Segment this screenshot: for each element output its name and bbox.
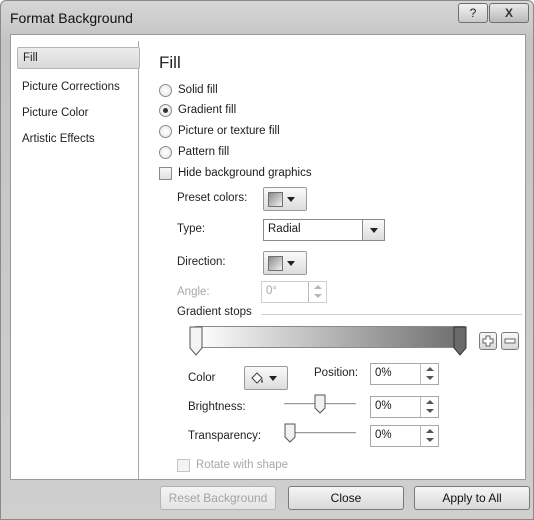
gradient-stop-handle-left[interactable] (189, 326, 203, 356)
hide-background-graphics-label: Hide background graphics (178, 167, 312, 179)
gradient-fill-label: Gradient fill (178, 104, 237, 116)
type-select[interactable]: Radial (263, 219, 385, 241)
sidebar-item-label: Artistic Effects (22, 133, 95, 145)
transparency-slider-thumb[interactable] (284, 423, 296, 443)
reset-background-button[interactable]: Reset Background (160, 486, 276, 510)
gradient-stops-bar[interactable] (195, 326, 465, 348)
transparency-label: Transparency: (188, 430, 262, 442)
reset-background-label: Reset Background (168, 491, 268, 505)
sidebar-item-picture-color[interactable]: Picture Color (17, 103, 140, 125)
spin-down-icon (426, 376, 434, 380)
window-close-button[interactable]: X (489, 3, 529, 23)
direction-swatch-icon (268, 255, 283, 271)
preset-colors-dropdown[interactable] (263, 187, 307, 211)
add-gradient-stop-button[interactable] (479, 332, 497, 350)
direction-label: Direction: (177, 256, 226, 268)
angle-label: Angle: (177, 286, 210, 298)
chevron-down-icon (369, 227, 378, 233)
checkbox-indicator (159, 166, 172, 180)
transparency-value: 0% (375, 429, 392, 441)
spin-arrows[interactable] (420, 397, 438, 417)
radio-indicator (159, 145, 172, 159)
gradient-swatch-icon (268, 191, 283, 207)
brightness-slider-thumb[interactable] (314, 394, 326, 414)
sidebar-item-artistic-effects[interactable]: Artistic Effects (17, 129, 140, 151)
type-dropdown-button[interactable] (362, 220, 384, 240)
preset-colors-label: Preset colors: (177, 192, 248, 204)
stop-color-dropdown[interactable] (244, 366, 288, 390)
chevron-down-icon (287, 260, 295, 266)
brightness-label: Brightness: (188, 401, 246, 413)
help-icon: ? (469, 6, 477, 20)
sidebar: Fill Picture Corrections Picture Color A… (11, 41, 140, 479)
sidebar-item-picture-corrections[interactable]: Picture Corrections (17, 77, 140, 99)
format-background-dialog: Format Background ? X Fill Picture Corre… (0, 0, 534, 520)
close-button[interactable]: Close (288, 486, 404, 510)
panel-title: Fill (159, 53, 181, 72)
rotate-with-shape-checkbox[interactable]: Rotate with shape (177, 457, 288, 473)
direction-dropdown[interactable] (263, 251, 307, 275)
angle-value: 0° (266, 285, 277, 297)
spin-down-icon (426, 409, 434, 413)
spin-up-icon (314, 285, 322, 289)
sidebar-item-label: Fill (23, 52, 38, 64)
color-label: Color (188, 372, 216, 384)
title-bar[interactable]: Format Background ? X (1, 1, 533, 35)
gradient-stop-handle-right[interactable] (453, 326, 467, 356)
transparency-spinner[interactable]: 0% (370, 425, 439, 447)
paint-bucket-icon (251, 371, 263, 384)
spin-up-icon (426, 400, 434, 404)
gradient-stops-label: Gradient stops (177, 306, 252, 318)
dialog-title: Format Background (10, 10, 133, 26)
angle-spinner[interactable]: 0° (261, 281, 327, 303)
brightness-value: 0% (375, 400, 392, 412)
type-value: Radial (268, 223, 301, 235)
picture-texture-fill-label: Picture or texture fill (178, 125, 280, 137)
solid-fill-label: Solid fill (178, 84, 218, 96)
apply-to-all-button[interactable]: Apply to All (414, 486, 530, 510)
apply-to-all-label: Apply to All (442, 491, 502, 505)
chevron-down-icon (269, 375, 277, 381)
hide-background-graphics-checkbox[interactable]: Hide background graphics (159, 165, 312, 181)
spin-down-icon (426, 438, 434, 442)
spin-down-icon (314, 294, 322, 298)
solid-fill-radio[interactable]: Solid fill (159, 82, 218, 98)
pattern-fill-label: Pattern fill (178, 146, 230, 158)
sidebar-item-label: Picture Corrections (22, 81, 120, 93)
sidebar-item-fill[interactable]: Fill (17, 47, 140, 69)
transparency-slider-track[interactable] (288, 432, 356, 434)
radio-indicator (159, 103, 172, 117)
spin-arrows[interactable] (420, 426, 438, 446)
pattern-fill-radio[interactable]: Pattern fill (159, 144, 229, 160)
section-divider (261, 314, 522, 315)
spin-up-icon (426, 429, 434, 433)
close-label: Close (330, 491, 362, 505)
gradient-fill-radio[interactable]: Gradient fill (159, 102, 236, 118)
checkbox-indicator (177, 458, 190, 472)
remove-gradient-stop-button[interactable] (501, 332, 519, 350)
radio-indicator (159, 124, 172, 138)
sidebar-item-label: Picture Color (22, 107, 89, 119)
spin-arrows[interactable] (308, 282, 326, 302)
plus-icon (482, 335, 494, 347)
rotate-with-shape-label: Rotate with shape (196, 459, 289, 471)
position-label: Position: (314, 367, 359, 379)
picture-texture-fill-radio[interactable]: Picture or texture fill (159, 123, 280, 139)
spin-up-icon (426, 367, 434, 371)
position-value: 0% (375, 367, 392, 379)
brightness-spinner[interactable]: 0% (370, 396, 439, 418)
type-label: Type: (177, 223, 206, 235)
chevron-down-icon (287, 196, 295, 202)
minus-icon (504, 338, 516, 344)
spin-arrows[interactable] (420, 364, 438, 384)
help-button[interactable]: ? (458, 3, 488, 23)
radio-indicator (159, 83, 172, 97)
position-spinner[interactable]: 0% (370, 363, 439, 385)
close-icon: X (504, 6, 513, 20)
